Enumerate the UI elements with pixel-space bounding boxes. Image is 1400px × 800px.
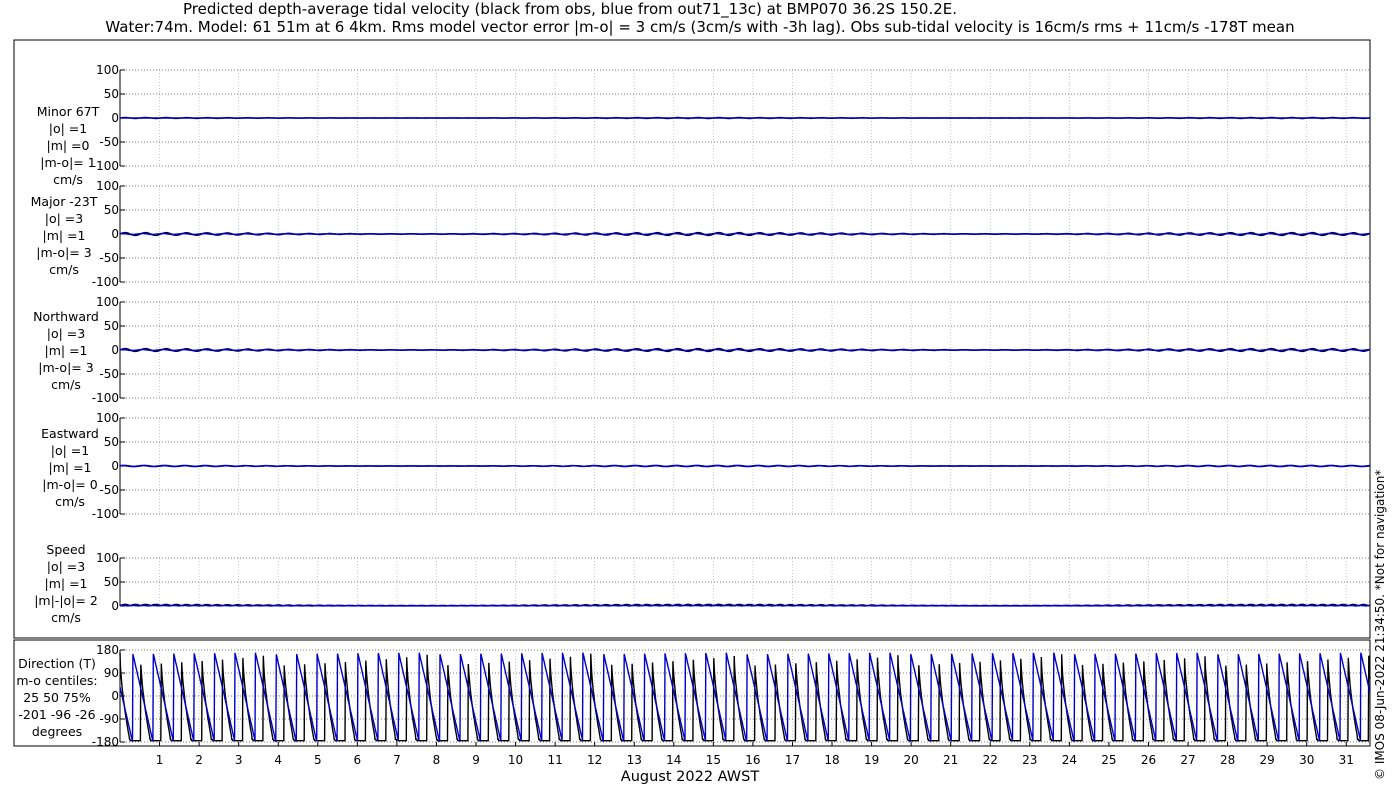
x-tick-label: 11	[547, 753, 562, 767]
panel-label-line: |m-o|= 1	[40, 155, 96, 170]
x-tick-label: 1	[156, 753, 164, 767]
panel-label-line: cm/s	[49, 262, 79, 277]
x-tick-label: 28	[1220, 753, 1235, 767]
x-tick-label: 26	[1141, 753, 1156, 767]
x-tick-label: 14	[666, 753, 681, 767]
x-tick-label: 27	[1180, 753, 1195, 767]
x-tick-label: 22	[983, 753, 998, 767]
panel-label-line: |m-o|= 3	[36, 245, 92, 260]
x-tick-label: 17	[785, 753, 800, 767]
x-tick-label: 13	[627, 753, 642, 767]
panel-label-line: |m|-|o|= 2	[34, 593, 98, 608]
panel-label-line: Major -23T	[30, 194, 98, 209]
panel-label: Speed |o| =3 |m| =1 |m|-|o|= 2 cm/s	[6, 541, 126, 626]
panel-label-line: Direction (T)	[18, 656, 96, 671]
panel-label-line: cm/s	[55, 494, 85, 509]
y-tick-label: 50	[104, 87, 119, 101]
x-tick-label: 20	[903, 753, 918, 767]
x-tick-label: 19	[864, 753, 879, 767]
panel-label-line: degrees	[31, 724, 83, 739]
x-tick-label: 21	[943, 753, 958, 767]
panel-label-line: cm/s	[51, 377, 81, 392]
y-tick-label: 100	[96, 63, 119, 77]
y-tick-label: -100	[92, 391, 119, 405]
panel-label-line: cm/s	[51, 610, 81, 625]
x-tick-label: 12	[587, 753, 602, 767]
panel-label-line: Northward	[33, 309, 99, 324]
x-tick-label: 15	[706, 753, 721, 767]
panel-label: Major -23T |o| =3 |m| =1 |m-o|= 3 cm/s	[4, 193, 124, 278]
x-tick-label: 16	[745, 753, 760, 767]
x-tick-label: 30	[1299, 753, 1314, 767]
x-axis-label: August 2022 AWST	[620, 769, 760, 785]
y-tick-label: 100	[96, 411, 119, 425]
copyright-note: © IMOS 08-Jun-2022 21:34:50. *Not for na…	[1373, 469, 1387, 780]
x-tick-label: 7	[393, 753, 401, 767]
panel-label-line: Minor 67T	[36, 104, 100, 119]
panel-label-line: |o| =1	[50, 443, 90, 458]
panel-label-line: -201 -96 -26	[18, 707, 96, 722]
x-tick-label: 2	[195, 753, 203, 767]
panel-label-line: |m-o|= 0	[42, 477, 98, 492]
x-tick-label: 25	[1101, 753, 1116, 767]
panel-label-line: |m| =1	[42, 228, 86, 243]
panel-label: Minor 67T |o| =1 |m| =0 |m-o|= 1 cm/s	[8, 103, 128, 188]
x-tick-label: 3	[235, 753, 243, 767]
upper-frame	[13, 39, 1371, 639]
x-tick-label: 23	[1022, 753, 1037, 767]
panel-label: Northward |o| =3 |m| =1 |m-o|= 3 cm/s	[6, 308, 126, 393]
x-tick-label: 29	[1260, 753, 1275, 767]
panel-label-line: |m| =1	[48, 460, 92, 475]
panel-label-line: Eastward	[41, 426, 99, 441]
tidal-velocity-chart: 100500-50-100100500-50-100100500-50-1001…	[13, 39, 1371, 767]
panel-label-line: |o| =3	[46, 559, 86, 574]
model-series-line	[119, 348, 1371, 352]
x-tick-label: 31	[1339, 753, 1354, 767]
panel-label-line: cm/s	[53, 172, 83, 187]
model-series-line	[119, 604, 1370, 607]
panel-label-line: |m| =0	[46, 138, 90, 153]
panel-label-line: |o| =1	[48, 121, 88, 136]
y-tick-label: 100	[96, 295, 119, 309]
panel-label-line: |o| =3	[46, 326, 86, 341]
panel-label-line: |m| =1	[44, 576, 88, 591]
panel-label-line: |m| =1	[44, 343, 88, 358]
model-series-line	[119, 464, 1371, 468]
panel-label-line: |m-o|= 3	[38, 360, 94, 375]
panel-label-line: |o| =3	[44, 211, 84, 226]
x-tick-label: 18	[824, 753, 839, 767]
x-tick-label: 5	[314, 753, 322, 767]
obs-direction-line	[119, 652, 1371, 742]
x-tick-label: 6	[354, 753, 362, 767]
x-tick-label: 4	[274, 753, 282, 767]
panel-label: Eastward |o| =1 |m| =1 |m-o|= 0 cm/s	[10, 425, 130, 510]
model-series-line	[119, 232, 1371, 236]
panel-label-line: 25 50 75%	[23, 690, 91, 705]
panel-label-line: Speed	[46, 542, 86, 557]
x-tick-label: 9	[472, 753, 480, 767]
panel-label: Direction (T) m-o centiles: 25 50 75% -201 …	[0, 655, 117, 740]
x-tick-label: 8	[433, 753, 441, 767]
x-tick-label: 10	[508, 753, 523, 767]
panel-label-line: m-o centiles:	[16, 673, 98, 688]
x-tick-label: 24	[1062, 753, 1077, 767]
